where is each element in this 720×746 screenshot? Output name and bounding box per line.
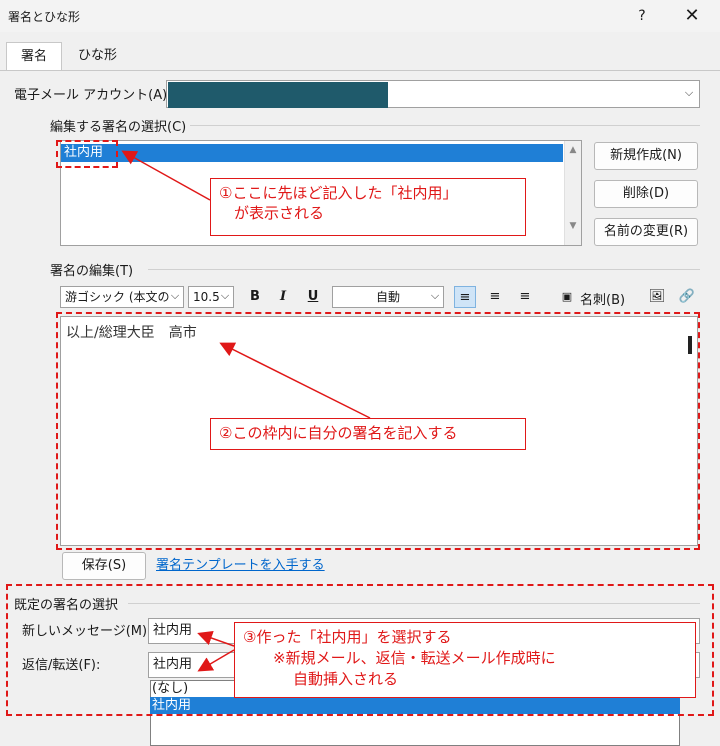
- signature-template-link[interactable]: 署名テンプレートを入手する: [156, 554, 325, 573]
- align-right-icon[interactable]: ≡: [514, 286, 536, 308]
- callout-2: ②この枠内に自分の署名を記入する: [210, 418, 526, 450]
- insert-picture-icon[interactable]: 🖼: [646, 286, 668, 308]
- align-center-icon[interactable]: ≡: [484, 286, 506, 308]
- account-redacted-value: [168, 82, 388, 108]
- callout-1-line1: ①ここに先ほど記入した「社内用」: [219, 184, 458, 202]
- callout-3-line1: ③作った「社内用」を選択する: [243, 628, 452, 646]
- new-signature-button[interactable]: 新規作成(N): [594, 142, 698, 170]
- annotation-highlight-list: [56, 140, 118, 168]
- group-divider: [148, 269, 700, 270]
- title-bar: [0, 0, 720, 32]
- underline-button[interactable]: U: [302, 286, 324, 308]
- edit-signature-group-label: 署名の編集(T): [50, 264, 134, 279]
- callout-2-text: ②この枠内に自分の署名を記入する: [219, 424, 458, 442]
- tab-stationery[interactable]: ひな形: [66, 42, 130, 70]
- callout-1: ①ここに先ほど記入した「社内用」 が表示される: [210, 178, 526, 236]
- scroll-up-icon[interactable]: ▲: [565, 145, 581, 155]
- chevron-down-icon[interactable]: ⌵: [680, 86, 698, 100]
- align-left-icon[interactable]: ≡: [454, 286, 476, 308]
- business-card-button[interactable]: 名刺(B): [580, 289, 625, 308]
- tab-signature[interactable]: 署名: [6, 42, 62, 70]
- select-signature-group-label: 編集する署名の選択(C): [50, 120, 187, 135]
- callout-3-line3: 自動挿入される: [293, 670, 399, 688]
- business-card-icon[interactable]: ▣: [556, 286, 578, 308]
- italic-button[interactable]: I: [272, 286, 294, 308]
- signature-list-item[interactable]: 社内用: [61, 144, 563, 162]
- chevron-down-icon[interactable]: ⌵: [426, 289, 444, 303]
- window-title: 署名とひな形: [8, 10, 81, 24]
- callout-3: ③作った「社内用」を選択する ※新規メール、返信・転送メール作成時に 自動挿入さ…: [234, 622, 696, 698]
- account-label: 電子メール アカウント(A):: [14, 88, 172, 103]
- listbox-scrollbar[interactable]: ▲ ▼: [564, 141, 581, 245]
- rename-signature-button[interactable]: 名前の変更(R): [594, 218, 698, 246]
- bold-button[interactable]: B: [244, 286, 266, 308]
- close-button[interactable]: ✕: [678, 4, 706, 28]
- save-button[interactable]: 保存(S): [62, 552, 146, 580]
- delete-signature-button[interactable]: 削除(D): [594, 180, 698, 208]
- chevron-down-icon[interactable]: ⌵: [216, 289, 234, 303]
- callout-3-line2: ※新規メール、返信・転送メール作成時に: [273, 649, 556, 667]
- help-button[interactable]: ?: [630, 4, 654, 28]
- callout-1-line2: が表示される: [219, 204, 325, 222]
- hyperlink-icon[interactable]: 🔗: [676, 286, 698, 308]
- scroll-down-icon[interactable]: ▼: [565, 221, 581, 231]
- chevron-down-icon[interactable]: ⌵: [166, 289, 184, 303]
- group-divider: [190, 125, 700, 126]
